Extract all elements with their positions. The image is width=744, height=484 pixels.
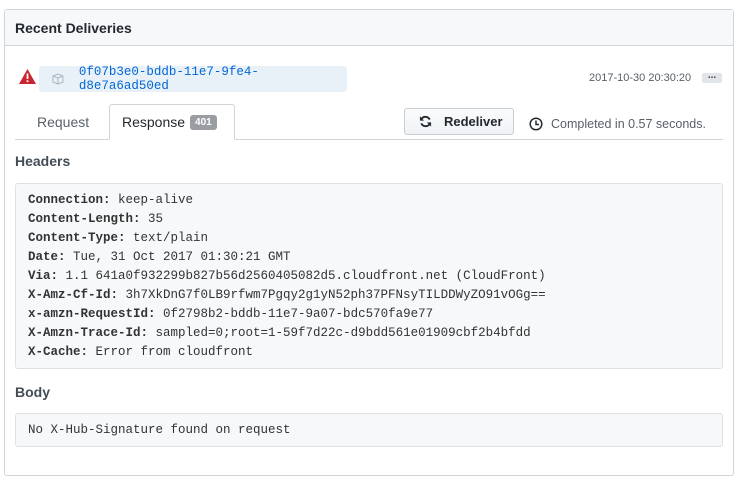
header-value: 1.1 641a0f932299b827b56d2560405082d5.clo… (58, 269, 546, 283)
body-heading: Body (15, 384, 50, 400)
header-line: Content-Type: text/plain (28, 229, 710, 248)
header-name: X-Amzn-Trace-Id: (28, 326, 149, 340)
header-name: Date: (28, 250, 66, 264)
recent-deliveries-panel: Recent Deliveries 0f07b3e0-bddb-11e7-9fe… (4, 9, 734, 476)
redeliver-label: Redeliver (444, 114, 503, 129)
status-code-badge: 401 (190, 114, 217, 130)
response-body: No X-Hub-Signature found on request (15, 413, 723, 447)
header-line: Content-Length: 35 (28, 210, 710, 229)
delivery-guid: 0f07b3e0-bddb-11e7-9fe4-d8e7a6ad50ed (78, 65, 259, 93)
header-value: Error from cloudfront (88, 345, 254, 359)
delivery-timestamp: 2017-10-30 20:30:20 (589, 72, 692, 84)
header-line: X-Amz-Cf-Id: 3h7XkDnG7f0LB9rfwm7Pgqy2g1y… (28, 286, 710, 305)
header-name: Content-Type: (28, 231, 126, 245)
headers-heading: Headers (15, 153, 71, 169)
tab-response[interactable]: Response 401 (109, 104, 235, 140)
sync-icon (419, 115, 432, 128)
more-button[interactable]: ... (702, 71, 722, 83)
header-line: Date: Tue, 31 Oct 2017 01:30:21 GMT (28, 248, 710, 267)
header-name: x-amzn-RequestId: (28, 307, 156, 321)
header-line: Via: 1.1 641a0f932299b827b56d2560405082d… (28, 267, 710, 286)
tab-response-label: Response (122, 114, 186, 130)
header-value: 35 (140, 212, 164, 226)
header-name: X-Cache: (28, 345, 89, 359)
header-value: Tue, 31 Oct 2017 01:30:21 GMT (65, 250, 291, 264)
response-headers: Connection: keep-alive Content-Length: 35… (15, 183, 723, 369)
delivery-guid-toggle[interactable]: 0f07b3e0-bddb-11e7-9fe4-d8e7a6ad50ed (39, 65, 347, 93)
tab-request[interactable]: Request (37, 104, 89, 140)
header-name: Via: (28, 269, 59, 283)
header-value: keep-alive (110, 193, 194, 207)
header-value: 0f2798b2-bddb-11e7-9a07-bdc570fa9e77 (155, 307, 434, 321)
header-name: X-Amz-Cf-Id: (28, 288, 119, 302)
completion-text: Completed in 0.57 seconds. (551, 117, 706, 131)
header-value: sampled=0;root=1-59f7d22c-d9bdd561e01909… (148, 326, 531, 340)
header-name: Connection: (28, 193, 111, 207)
clock-icon (529, 117, 543, 131)
redeliver-button[interactable]: Redeliver (404, 108, 514, 135)
package-icon (52, 73, 64, 85)
header-value: 3h7XkDnG7f0LB9rfwm7Pgqy2g1yN52ph37PFNsyT… (118, 288, 546, 302)
completion-status: Completed in 0.57 seconds. (529, 117, 706, 131)
header-name: Content-Length: (28, 212, 141, 226)
header-line: Connection: keep-alive (28, 191, 710, 210)
header-line: X-Amzn-Trace-Id: sampled=0;root=1-59f7d2… (28, 324, 710, 343)
header-line: x-amzn-RequestId: 0f2798b2-bddb-11e7-9a0… (28, 305, 710, 324)
warning-icon (19, 69, 36, 84)
header-line: X-Cache: Error from cloudfront (28, 343, 710, 362)
header-value: text/plain (125, 231, 209, 245)
panel-title: Recent Deliveries (5, 10, 733, 46)
